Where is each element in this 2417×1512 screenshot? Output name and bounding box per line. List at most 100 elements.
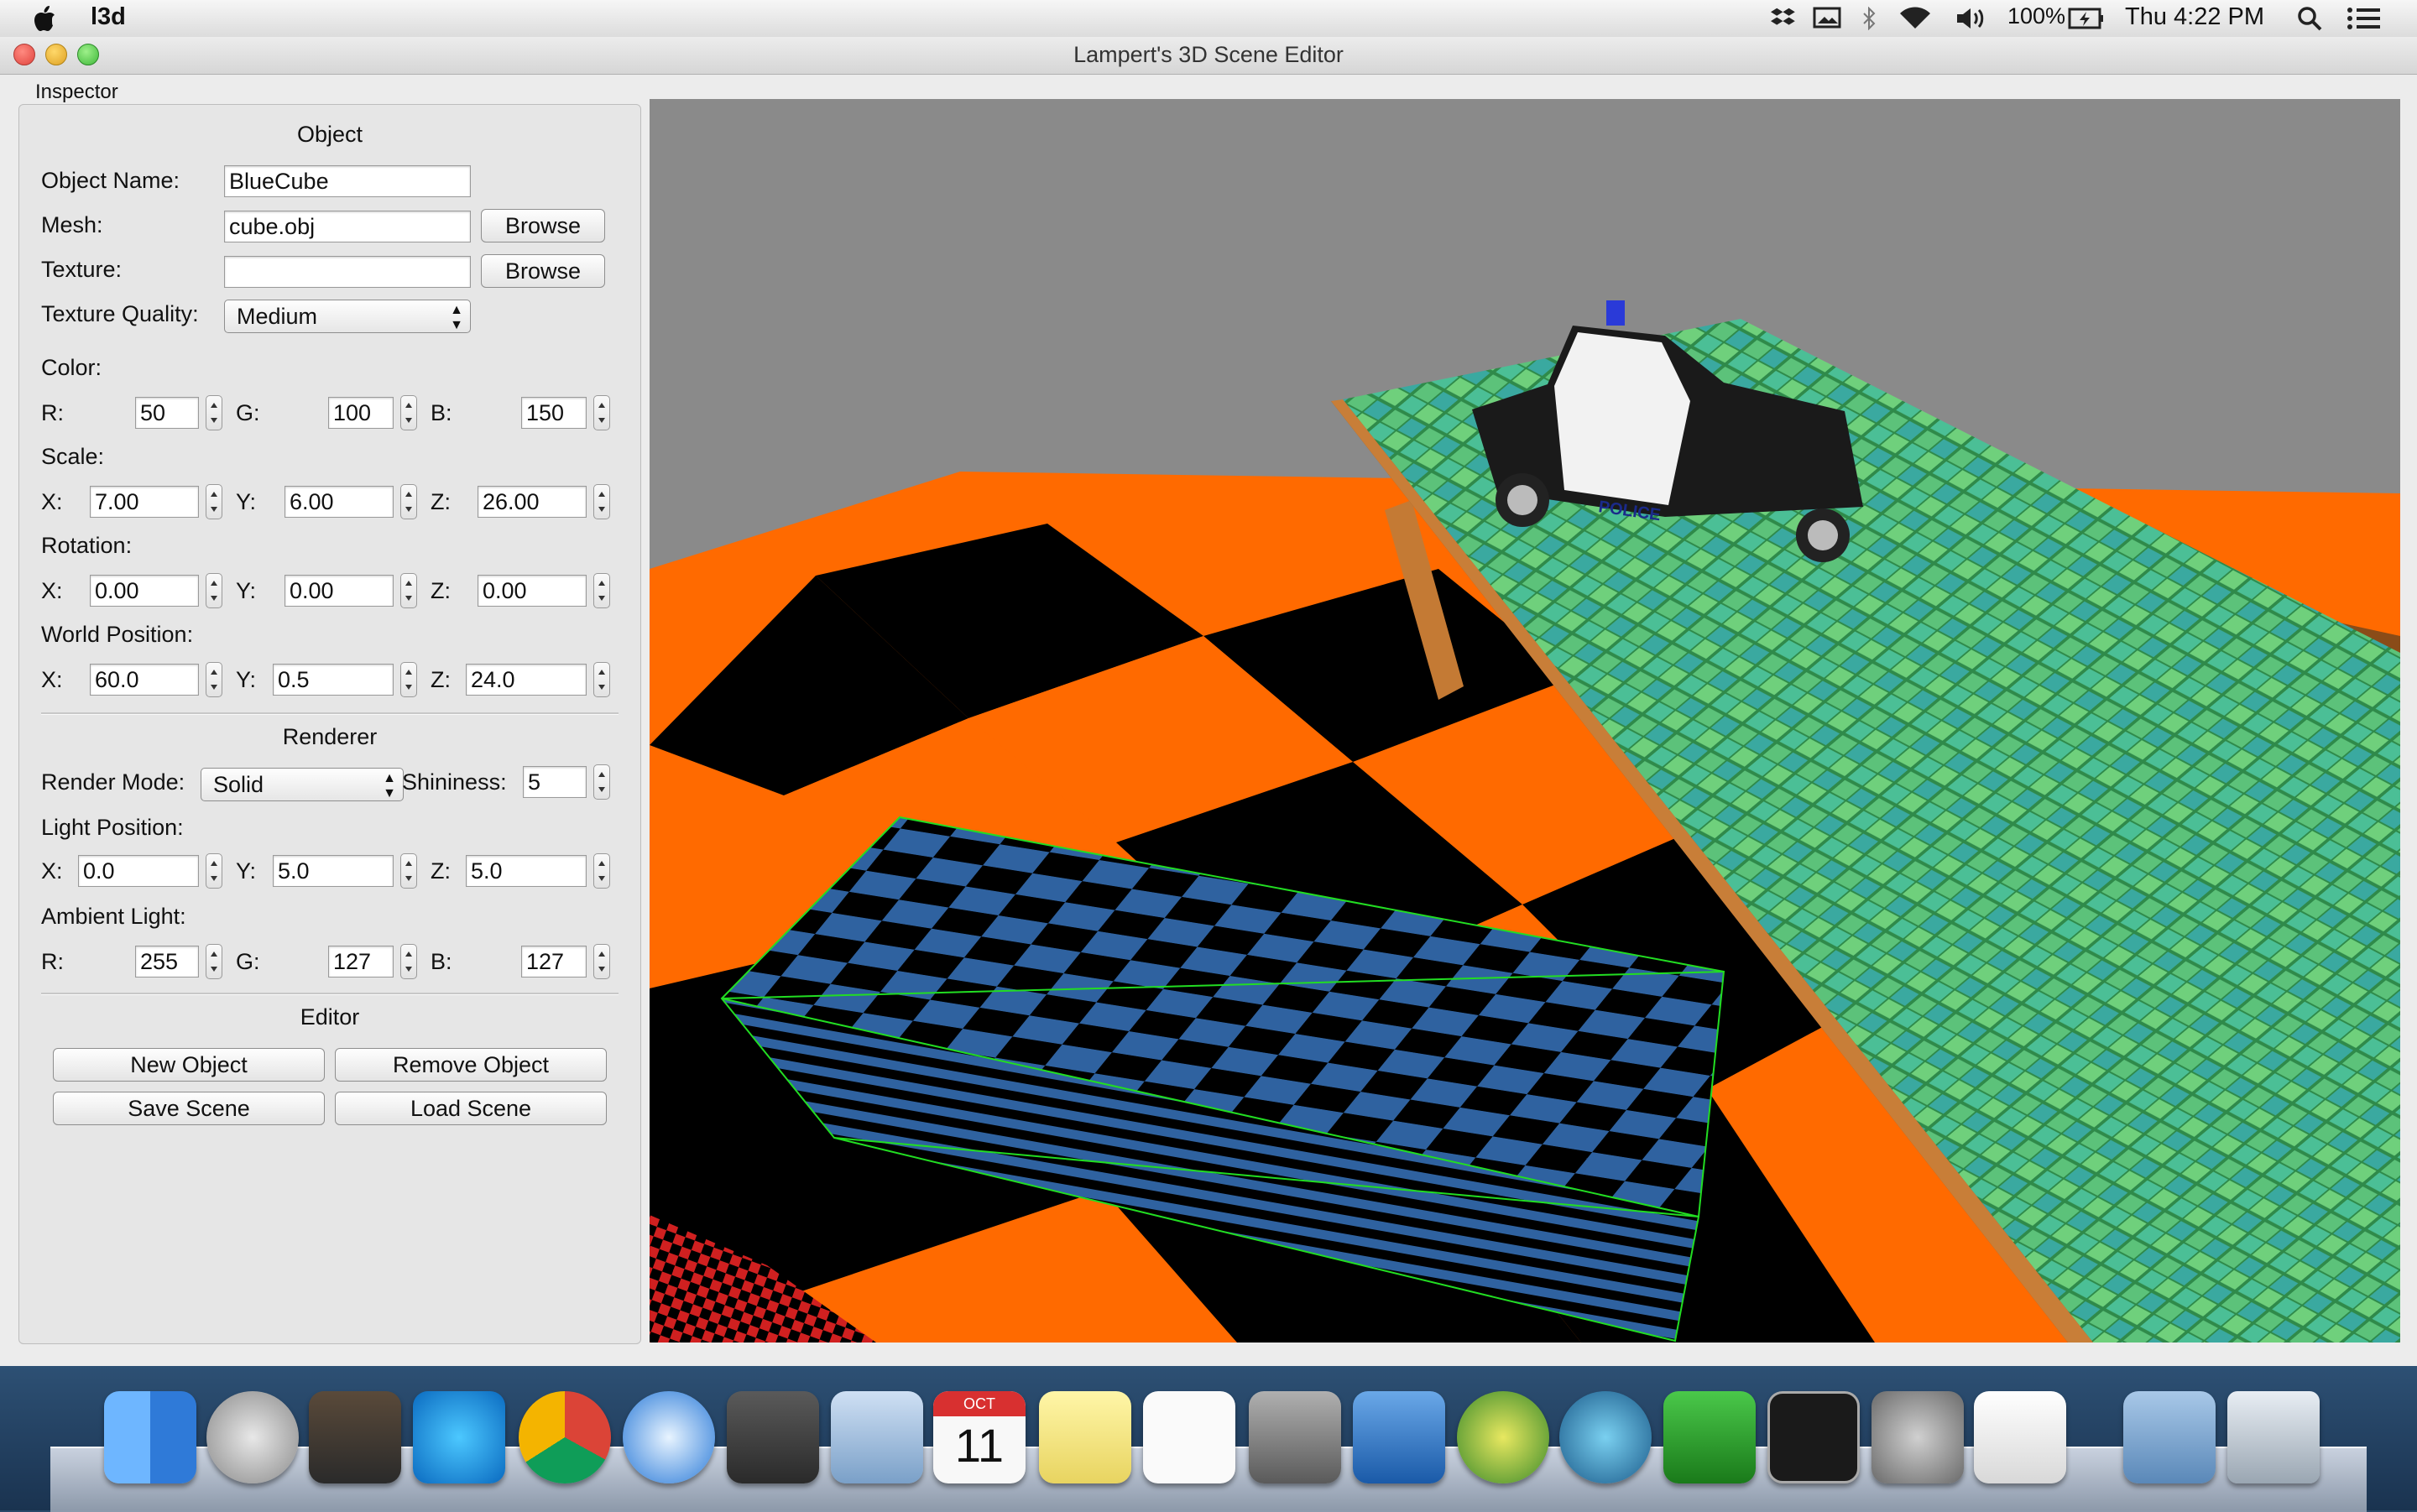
texture-quality-select[interactable]: Medium ▲ ▼ <box>224 300 471 333</box>
notification-center-icon[interactable] <box>2347 7 2382 30</box>
rotation-z-stepper[interactable] <box>593 573 610 608</box>
light-position-y-stepper[interactable] <box>400 853 417 889</box>
ambient-b-label: B: <box>431 949 452 974</box>
color-r-field[interactable]: 50 <box>135 397 199 429</box>
world-position-y-stepper[interactable] <box>400 662 417 697</box>
texture-browse-button[interactable]: Browse <box>481 254 605 288</box>
wifi-icon[interactable] <box>1898 5 1932 30</box>
light-position-x-field[interactable]: 0.0 <box>78 855 199 887</box>
3d-viewport[interactable]: POLICE <box>650 99 2400 1343</box>
finder-icon[interactable] <box>104 1391 196 1483</box>
light-position-y-field[interactable]: 5.0 <box>273 855 394 887</box>
photo-browser-icon[interactable] <box>309 1391 401 1483</box>
scale-x-stepper[interactable] <box>206 484 222 519</box>
color-b-label: B: <box>431 400 452 425</box>
texture-field[interactable] <box>224 256 471 288</box>
inspector-panel: Object Object Name: BlueCube Mesh: cube.… <box>18 104 641 1344</box>
light-position-label: Light Position: <box>41 815 184 840</box>
xcode-icon[interactable] <box>1353 1391 1445 1483</box>
light-position-x-stepper[interactable] <box>206 853 222 889</box>
app-icon[interactable] <box>1457 1391 1549 1483</box>
world-position-z-stepper[interactable] <box>593 662 610 697</box>
trash-icon[interactable] <box>2227 1391 2320 1483</box>
editor-section-header: Editor <box>300 1004 360 1030</box>
shininess-stepper[interactable] <box>593 764 610 800</box>
calendar-icon[interactable]: OCT 11 <box>933 1391 1026 1483</box>
vim-icon[interactable] <box>1663 1391 1756 1483</box>
color-r-label: R: <box>41 400 64 425</box>
ambient-g-stepper[interactable] <box>400 944 417 979</box>
spotlight-search-icon[interactable] <box>2296 5 2323 32</box>
dropbox-icon[interactable] <box>1771 7 1798 30</box>
new-object-button[interactable]: New Object <box>53 1048 325 1082</box>
mesh-label: Mesh: <box>41 212 103 237</box>
scale-y-stepper[interactable] <box>400 484 417 519</box>
ambient-b-stepper[interactable] <box>593 944 610 979</box>
shininess-field[interactable]: 5 <box>523 766 587 798</box>
system-preferences-icon[interactable] <box>1871 1391 1964 1483</box>
title-bar[interactable]: Lampert's 3D Scene Editor <box>0 37 2417 75</box>
scale-y-field[interactable]: 6.00 <box>285 486 394 518</box>
battery-icon[interactable] <box>2068 8 2105 29</box>
ambient-r-label: R: <box>41 949 64 974</box>
rotation-x-field[interactable]: 0.00 <box>90 575 199 607</box>
world-position-z-field[interactable]: 24.0 <box>466 664 587 696</box>
notes-icon[interactable] <box>1039 1391 1131 1483</box>
rotation-x-stepper[interactable] <box>206 573 222 608</box>
color-b-stepper[interactable] <box>593 395 610 430</box>
display-icon[interactable] <box>1813 7 1841 30</box>
light-position-z-field[interactable]: 5.0 <box>466 855 587 887</box>
world-position-label: World Position: <box>41 622 194 647</box>
load-scene-button[interactable]: Load Scene <box>335 1092 607 1125</box>
light-position-z-label: Z: <box>431 858 451 884</box>
ambient-g-label: G: <box>236 949 260 974</box>
launchpad-icon[interactable] <box>206 1391 299 1483</box>
scale-z-stepper[interactable] <box>593 484 610 519</box>
calculator-icon[interactable] <box>1249 1391 1341 1483</box>
rotation-z-field[interactable]: 0.00 <box>478 575 587 607</box>
color-g-stepper[interactable] <box>400 395 417 430</box>
rotation-y-field[interactable]: 0.00 <box>285 575 394 607</box>
downloads-folder-icon[interactable] <box>2123 1391 2216 1483</box>
color-g-field[interactable]: 100 <box>328 397 394 429</box>
ambient-g-field[interactable]: 127 <box>328 946 394 978</box>
scale-z-label: Z: <box>431 489 451 514</box>
steam-icon[interactable] <box>727 1391 819 1483</box>
light-position-z-stepper[interactable] <box>593 853 610 889</box>
scale-x-field[interactable]: 7.00 <box>90 486 199 518</box>
texture-quality-label: Texture Quality: <box>41 301 199 326</box>
object-name-field[interactable]: BlueCube <box>224 165 471 197</box>
color-r-stepper[interactable] <box>206 395 222 430</box>
bluetooth-icon[interactable] <box>1861 7 1877 30</box>
sourcetree-icon[interactable] <box>1559 1391 1652 1483</box>
clock[interactable]: Thu 4:22 PM <box>2125 3 2264 31</box>
render-mode-select[interactable]: Solid ▲ ▼ <box>201 768 404 801</box>
render-mode-value: Solid <box>213 772 264 797</box>
world-position-y-field[interactable]: 0.5 <box>273 664 394 696</box>
ambient-r-field[interactable]: 255 <box>135 946 199 978</box>
light-position-x-label: X: <box>41 858 63 884</box>
mesh-browse-button[interactable]: Browse <box>481 209 605 242</box>
volume-icon[interactable] <box>1955 7 1987 30</box>
reminders-icon[interactable] <box>1143 1391 1235 1483</box>
safari-icon[interactable] <box>623 1391 715 1483</box>
color-b-field[interactable]: 150 <box>521 397 587 429</box>
scale-z-field[interactable]: 26.00 <box>478 486 587 518</box>
terminal-icon[interactable] <box>1767 1391 1860 1483</box>
apple-menu-icon[interactable] <box>32 4 57 33</box>
chrome-icon[interactable] <box>519 1391 611 1483</box>
world-position-x-stepper[interactable] <box>206 662 222 697</box>
world-position-x-field[interactable]: 60.0 <box>90 664 199 696</box>
color-label: Color: <box>41 355 102 380</box>
wallpaper-icon[interactable] <box>413 1391 505 1483</box>
mesh-field[interactable]: cube.obj <box>224 211 471 242</box>
app-menu[interactable]: l3d <box>91 3 126 31</box>
rotation-y-stepper[interactable] <box>400 573 417 608</box>
save-scene-button[interactable]: Save Scene <box>53 1092 325 1125</box>
ambient-r-stepper[interactable] <box>206 944 222 979</box>
world-position-y-label: Y: <box>236 667 257 692</box>
ambient-b-field[interactable]: 127 <box>521 946 587 978</box>
mail-icon[interactable] <box>831 1391 923 1483</box>
remove-object-button[interactable]: Remove Object <box>335 1048 607 1082</box>
textedit-icon[interactable] <box>1974 1391 2066 1483</box>
